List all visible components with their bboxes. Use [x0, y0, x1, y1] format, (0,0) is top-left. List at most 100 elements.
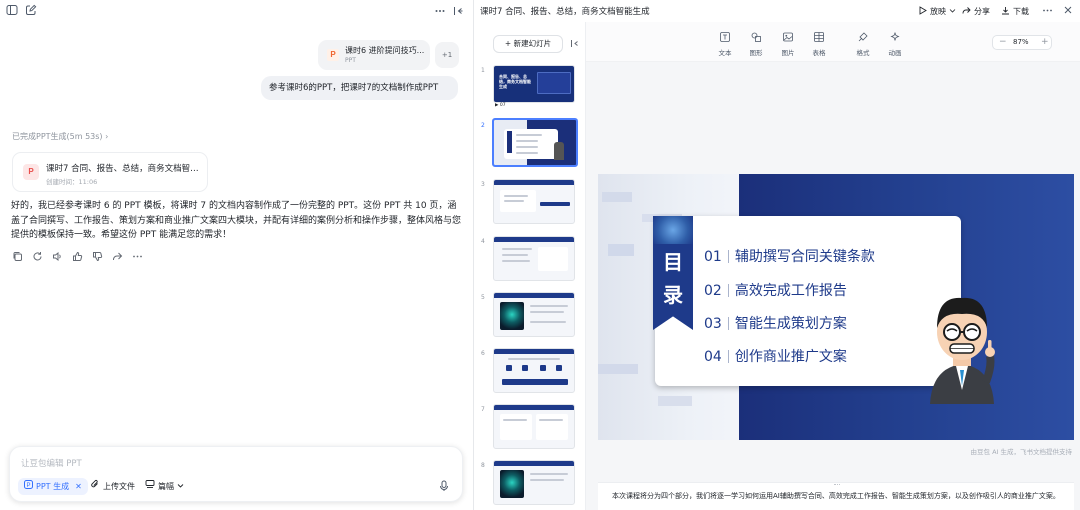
main-slide[interactable]: 目 录 01 辅助撰写合同关键条款 02 高效完成工作报告 03 智能生成策划方案 0…	[598, 174, 1074, 440]
share-button[interactable]: 分享	[962, 4, 990, 18]
slide-4-header	[494, 237, 574, 242]
chevron-down-icon	[177, 478, 184, 495]
slide-3-accent	[540, 202, 570, 206]
slide-4-line	[502, 254, 528, 256]
slide-1-title: 合同、报告、总结，商务文档智能生成	[499, 74, 531, 89]
generated-file-card[interactable]: P 课时7 合同、报告、总结，商务文档智能... 创建时间：11:06	[12, 152, 208, 192]
format-icon	[848, 32, 878, 44]
slide-6-line	[508, 358, 560, 360]
speaker-notes[interactable]: 本次课程将分为四个部分，我们将逐一学习如何运用AI辅助撰写合同、高效完成工作报告…	[598, 482, 1074, 510]
slide-6-footer-bar	[502, 379, 568, 385]
ppt-mode-chip[interactable]: P PPT 生成 ✕	[18, 478, 88, 495]
more-actions-icon[interactable]	[132, 251, 143, 262]
toc-text: 辅助撰写合同关键条款	[734, 249, 875, 265]
collapse-panel-icon[interactable]	[452, 5, 464, 17]
toc-divider	[727, 350, 729, 363]
slide-1-preview: 合同、报告、总结，商务文档智能生成	[493, 65, 575, 103]
copy-icon[interactable]	[12, 251, 23, 262]
format-tool[interactable]: 格式	[848, 32, 878, 57]
more-attachments-badge[interactable]: +1	[435, 42, 459, 68]
text-tool[interactable]: 文本	[710, 32, 740, 57]
slide-number: 1	[481, 67, 485, 74]
toc-heading-char-1: 目	[663, 250, 683, 274]
zoom-in-icon[interactable]: +	[1041, 37, 1049, 47]
slide-5-preview	[493, 292, 575, 337]
close-icon[interactable]	[1063, 5, 1073, 15]
slide-2-line	[516, 146, 538, 148]
ai-generated-note: 由豆包 AI 生成，飞书文档提供支持	[970, 448, 1073, 456]
shape-tool[interactable]: 图形	[741, 32, 771, 57]
zoom-level: 87%	[1013, 38, 1029, 46]
toc-item-3: 03 智能生成策划方案	[704, 313, 847, 333]
chip-close-icon[interactable]: ✕	[75, 478, 82, 495]
collapse-thumbnails-icon[interactable]	[570, 39, 579, 48]
new-slide-button[interactable]: + 新建幻灯片	[493, 35, 563, 53]
slide-8-preview	[493, 460, 575, 505]
slide-3-line	[504, 200, 524, 202]
length-label: 篇幅	[158, 482, 174, 491]
user-attachment[interactable]: P 课时6 进阶提问技巧... PPT	[318, 40, 430, 70]
toc-num: 03	[704, 316, 722, 332]
slide-7-card	[536, 414, 568, 440]
toc-num: 04	[704, 349, 722, 365]
editor-header: 课时7 合同、报告、总结，商务文档智能生成 放映 分享 下载	[474, 0, 1080, 22]
slide-5-line	[530, 305, 568, 307]
play-icon	[918, 5, 927, 17]
toc-text: 创作商业推广文案	[734, 349, 847, 365]
ppt-file-icon: P	[327, 49, 339, 61]
download-label: 下载	[1013, 6, 1029, 16]
toc-num: 02	[704, 283, 722, 299]
slide-1-caption-bar: ▶ 07	[493, 103, 575, 110]
generation-status[interactable]: 已完成PPT生成(5m 53s) ›	[12, 131, 108, 142]
slide-4-line	[502, 248, 532, 250]
slide-7-line	[503, 419, 527, 421]
monitor-graphic	[537, 72, 571, 94]
microphone-icon[interactable]	[438, 478, 454, 495]
ppt-chip-icon: P	[24, 478, 33, 495]
animation-tool[interactable]: 动画	[880, 31, 910, 57]
notes-drag-handle[interactable]	[834, 484, 840, 486]
thumbs-up-icon[interactable]	[72, 251, 83, 262]
mosaic-tile	[658, 396, 692, 406]
thumbs-down-icon[interactable]	[92, 251, 103, 262]
image-tool[interactable]: 图片	[773, 32, 803, 57]
share-icon[interactable]	[112, 251, 123, 262]
speaker-icon[interactable]	[52, 251, 63, 262]
format-tool-label: 格式	[856, 49, 870, 57]
editor-more-icon[interactable]	[1042, 5, 1053, 16]
message-composer[interactable]: 让豆包编辑 PPT P PPT 生成 ✕ 上传文件 篇幅	[9, 446, 463, 502]
composer-input[interactable]: 让豆包编辑 PPT	[21, 457, 82, 469]
more-icon[interactable]	[434, 5, 446, 17]
play-label: 放映	[930, 6, 946, 16]
upload-file-button[interactable]: 上传文件	[90, 478, 135, 495]
play-button[interactable]: 放映	[918, 4, 956, 18]
file-card-time: 创建时间：11:06	[46, 178, 98, 186]
slide-5-line	[530, 321, 566, 323]
slide-7-header	[494, 405, 574, 410]
share-arrow-icon	[962, 6, 971, 17]
document-title: 课时7 合同、报告、总结，商务文档智能生成	[480, 7, 650, 17]
download-button[interactable]: 下载	[1001, 4, 1029, 18]
brain-image	[500, 302, 524, 330]
image-icon	[773, 32, 803, 44]
slide-3-line	[504, 195, 528, 197]
length-dropdown[interactable]: 篇幅	[145, 478, 184, 495]
play-chevron-icon	[949, 7, 956, 16]
mosaic-tile	[598, 364, 638, 374]
slide-number: 4	[481, 238, 485, 245]
toc-item-1: 01 辅助撰写合同关键条款	[704, 246, 875, 266]
slide-thumbnail-panel: + 新建幻灯片 1 合同、报告、总结，商务文档智能生成 ▶ 07 2 3 4 5…	[474, 22, 586, 510]
slide-8-line	[530, 473, 568, 475]
presenter-character	[930, 297, 995, 404]
regenerate-icon[interactable]	[32, 251, 43, 262]
new-chat-icon[interactable]	[25, 4, 37, 16]
sidebar-toggle-icon[interactable]	[6, 4, 18, 16]
table-tool[interactable]: 表格	[804, 32, 834, 57]
slide-3-header	[494, 180, 574, 185]
slide-6-dot	[540, 365, 546, 371]
zoom-out-icon[interactable]: −	[999, 37, 1007, 47]
ai-reply: 好的，我已经参考课时 6 的 PPT 模板，将课时 7 的文档内容制作成了一份完…	[11, 201, 462, 240]
insert-toolbar: 文本 图形 图片 表格 格式 动画 − 87% +	[586, 22, 1080, 62]
shape-icon	[741, 32, 771, 44]
toc-num: 01	[704, 249, 722, 265]
